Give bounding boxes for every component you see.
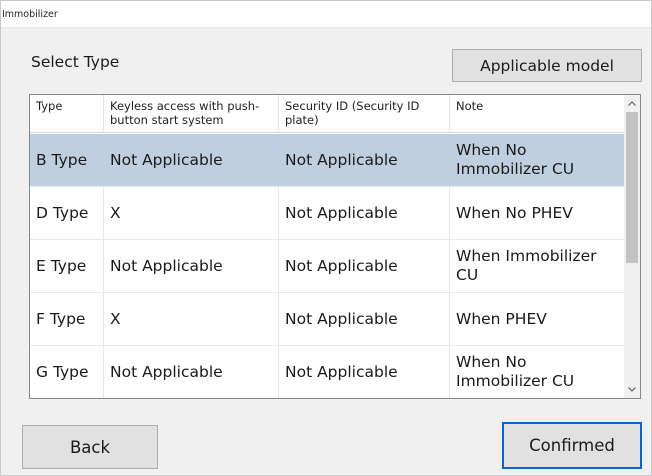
table-row[interactable]: B Type Not Applicable Not Applicable Whe… [30, 134, 625, 187]
note-cell: When No PHEV [456, 203, 573, 222]
title-bar: Immobilizer [1, 1, 651, 28]
note-cell: When PHEV [456, 309, 547, 328]
type-cell: D Type [30, 187, 104, 239]
security-id-cell: Not Applicable [279, 187, 450, 239]
keyless-cell: Not Applicable [104, 134, 279, 186]
type-cell: B Type [30, 134, 104, 186]
security-id-cell: Not Applicable [279, 134, 450, 186]
table-header: Type Keyless access with push-button sta… [30, 95, 625, 133]
window-title: Immobilizer [2, 9, 58, 20]
confirmed-button[interactable]: Confirmed [502, 422, 642, 469]
note-cell: When No Immobilizer CU [456, 141, 575, 178]
security-id-cell: Not Applicable [279, 293, 450, 345]
vertical-scrollbar[interactable] [624, 95, 640, 398]
security-id-cell: Not Applicable [279, 240, 450, 292]
type-table: Type Keyless access with push-button sta… [29, 94, 641, 399]
chevron-up-icon[interactable] [624, 95, 640, 112]
keyless-cell: X [104, 293, 279, 345]
type-cell: G Type [30, 346, 104, 398]
column-header-type[interactable]: Type [30, 95, 104, 133]
security-id-cell: Not Applicable [279, 346, 450, 398]
immobilizer-window: Immobilizer Select Type Applicable model… [0, 0, 652, 476]
type-cell: E Type [30, 240, 104, 292]
table-row[interactable]: D Type X Not Applicable When No PHEV [30, 187, 625, 240]
column-header-keyless[interactable]: Keyless access with push-button start sy… [104, 95, 279, 133]
table-row[interactable]: E Type Not Applicable Not Applicable Whe… [30, 240, 625, 293]
note-cell: When No Immobilizer CU [456, 353, 575, 390]
column-header-note[interactable]: Note [450, 95, 625, 133]
applicable-model-button[interactable]: Applicable model [452, 49, 642, 82]
keyless-cell: Not Applicable [104, 240, 279, 292]
keyless-cell: Not Applicable [104, 346, 279, 398]
select-type-label: Select Type [31, 53, 120, 71]
scrollbar-thumb[interactable] [626, 112, 638, 263]
table-row[interactable]: F Type X Not Applicable When PHEV [30, 293, 625, 346]
chevron-down-icon[interactable] [624, 381, 640, 398]
column-header-security-id[interactable]: Security ID (Security ID plate) [279, 95, 450, 133]
keyless-cell: X [104, 187, 279, 239]
note-cell: When Immobilizer CU [456, 247, 597, 284]
type-cell: F Type [30, 293, 104, 345]
table-row[interactable]: G Type Not Applicable Not Applicable Whe… [30, 346, 625, 398]
back-button[interactable]: Back [22, 425, 158, 469]
